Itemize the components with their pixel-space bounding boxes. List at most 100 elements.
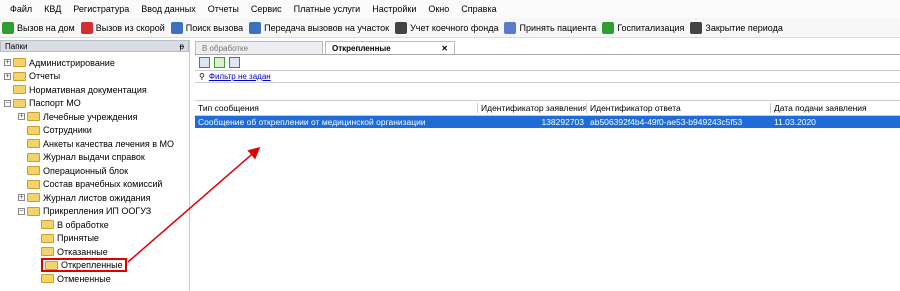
folder-icon — [13, 71, 26, 81]
column-header[interactable]: Идентификатор ответа — [587, 103, 771, 113]
tree-node[interactable]: + Журнал листов ожидания — [18, 191, 151, 204]
expand-toggle-icon[interactable]: + — [18, 194, 25, 201]
tree-node[interactable]: Открепленные — [32, 258, 127, 272]
toolbar-button-label: Госпитализация — [617, 22, 685, 33]
tree-node[interactable]: + Лечебные учреждения — [18, 110, 138, 123]
folder-icon — [27, 206, 40, 216]
expand-toggle-icon[interactable]: − — [18, 207, 25, 215]
folder-icon — [13, 98, 26, 108]
toolbar-button[interactable]: Вызов на дом — [2, 21, 75, 34]
tree-node[interactable]: + Администрирование — [4, 56, 115, 69]
tree-node-label: Администрирование — [29, 57, 115, 68]
folder-icon — [27, 179, 40, 189]
tab-label: Открепленные — [332, 43, 391, 53]
tree-node-label: Нормативная документация — [29, 84, 147, 95]
tree-node[interactable]: Анкеты качества лечения в МО — [18, 137, 174, 150]
tree-node[interactable]: − Прикрепления ИП ООГУЗ — [18, 205, 151, 218]
binoculars-icon[interactable]: ⚲ — [199, 72, 205, 81]
menu-item[interactable]: Регистратура — [73, 4, 129, 14]
tree-node-label: Операционный блок — [43, 165, 129, 176]
folder-icon — [13, 58, 26, 67]
folder-icon — [41, 247, 54, 256]
menu-bar: Файл КВД Регистратура Ввод данных Отчеты Серв… — [0, 0, 900, 18]
folder-icon — [27, 139, 40, 148]
tree-node-label: Паспорт МО — [29, 98, 81, 108]
grid-toolbar — [195, 55, 900, 70]
folder-icon — [27, 125, 40, 135]
folder-icon — [27, 152, 40, 162]
toolbar-button[interactable]: Закрытие периода — [690, 21, 783, 34]
close-tab-icon[interactable]: ✕ — [441, 44, 448, 53]
menu-item[interactable]: Окно — [428, 4, 449, 14]
toolbar-button[interactable]: Принять пациента — [504, 21, 597, 34]
column-header[interactable]: Дата подачи заявления — [771, 103, 900, 113]
table-cell: ab506392f4b4-49f0-ae53-b949243c5f53 — [590, 117, 743, 127]
toolbar-button[interactable]: Передача вызовов на участок — [249, 21, 390, 34]
tree-node[interactable]: Принятые — [32, 232, 99, 245]
filter-link[interactable]: Фильтр не задан — [209, 72, 271, 81]
tree-node-label: Отчеты — [29, 71, 61, 81]
table-cell: Сообщение об откреплении от медицинской … — [198, 117, 426, 127]
tree-node[interactable]: − Паспорт МО — [4, 97, 81, 110]
toolbar-button-label: Закрытие периода — [705, 22, 783, 33]
tree-node[interactable]: + Отчеты — [4, 70, 60, 83]
table-row[interactable]: Сообщение об откреплении от медицинской … — [195, 116, 900, 128]
selected-folder-highlight[interactable]: Открепленные — [41, 258, 127, 272]
tree-node[interactable]: Состав врачебных комиссий — [18, 178, 162, 191]
menu-item[interactable]: Настройки — [372, 4, 416, 14]
folder-icon — [41, 233, 54, 243]
tree-node[interactable]: Отказанные — [32, 245, 108, 258]
tree-node-label: Открепленные — [61, 260, 123, 270]
tree-node-label: В обработке — [57, 219, 109, 230]
menu-item[interactable]: Справка — [461, 4, 496, 14]
toolbar-button-label: Передача вызовов на участок — [264, 22, 390, 33]
tree-node-label: Отмененные — [57, 273, 111, 284]
expand-toggle-icon[interactable]: + — [4, 72, 11, 80]
expand-toggle-icon[interactable]: + — [18, 113, 25, 120]
toolbar-button-label: Принять пациента — [519, 22, 597, 33]
folder-icon — [27, 193, 40, 202]
folders-panel: Папки ᵽ + Администрирование + Отчеты Нормати… — [0, 40, 190, 291]
toolbar-button[interactable]: Учет коечного фонда — [395, 21, 498, 34]
pin-icon[interactable]: ᵽ — [180, 42, 184, 51]
tree-node[interactable]: Нормативная документация — [4, 83, 147, 96]
tree-node[interactable]: Журнал выдачи справок — [18, 151, 145, 164]
tab-otkreplennye[interactable]: Открепленные ✕ — [325, 41, 455, 54]
menu-item[interactable]: КВД — [44, 4, 61, 14]
bed-grid-icon — [395, 21, 408, 34]
transfer-arrows-icon — [249, 21, 262, 34]
patient-doc-icon — [504, 21, 517, 34]
tab-v-obrabotke[interactable]: В обработке — [195, 41, 323, 54]
folder-icon — [27, 112, 40, 121]
messages-grid: Тип сообщения Идентификатор заявления Иден… — [195, 100, 900, 128]
refresh-icon[interactable] — [214, 57, 225, 68]
toolbar-button-label: Вызов на дом — [17, 22, 75, 33]
expand-toggle-icon[interactable]: + — [4, 59, 11, 66]
filter-bar: ⚲ Фильтр не задан — [195, 70, 900, 83]
export-icon[interactable] — [229, 57, 240, 68]
tree-node-label: Сотрудники — [43, 125, 92, 135]
table-cell: 138292703 — [541, 117, 584, 127]
toolbar: Вызов на дом Вызов из скорой Поиск вызова П… — [0, 18, 900, 38]
menu-item[interactable]: Платные услуги — [294, 4, 361, 14]
check-green-icon — [2, 21, 14, 34]
table-cell: 11.03.2020 — [774, 117, 816, 127]
tree-node[interactable]: В обработке — [32, 218, 109, 231]
toolbar-button[interactable]: Госпитализация — [602, 21, 685, 34]
toolbar-button[interactable]: Вызов из скорой — [80, 21, 165, 34]
tree-node[interactable]: Отмененные — [32, 272, 111, 285]
column-header[interactable]: Тип сообщения — [195, 103, 477, 113]
tab-label: В обработке — [202, 43, 249, 53]
tree-node[interactable]: Операционный блок — [18, 164, 128, 177]
folder-icon — [41, 274, 54, 283]
menu-item[interactable]: Ввод данных — [141, 4, 195, 14]
menu-item[interactable]: Сервис — [251, 4, 282, 14]
grid-settings-icon[interactable] — [199, 57, 210, 68]
tree-node[interactable]: Сотрудники — [18, 124, 92, 137]
menu-item[interactable]: Файл — [10, 4, 32, 14]
menu-item[interactable]: Отчеты — [208, 4, 239, 14]
toolbar-button[interactable]: Поиск вызова — [170, 21, 243, 34]
expand-toggle-icon[interactable]: − — [4, 99, 11, 107]
calendar-icon — [690, 21, 703, 34]
column-header[interactable]: Идентификатор заявления — [477, 103, 587, 113]
